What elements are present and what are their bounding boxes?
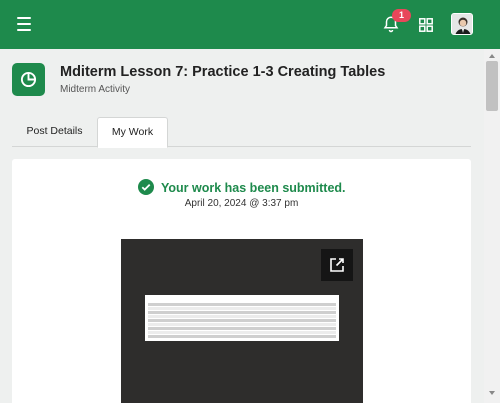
notification-badge: 1 [392,9,411,22]
open-external-button[interactable] [321,249,353,281]
scrollbar-thumb[interactable] [486,61,498,111]
attachment-preview[interactable] [121,239,363,403]
post-icon-tile [12,63,45,96]
user-avatar[interactable] [451,13,473,35]
main-content: Mditerm Lesson 7: Practice 1-3 Creating … [0,49,484,403]
post-title: Mditerm Lesson 7: Practice 1-3 Creating … [60,64,386,80]
tab-bar: Post Details My Work [12,117,471,148]
submission-card: Your work has been submitted. April 20, … [12,159,471,403]
open-external-icon [330,258,344,272]
check-circle-icon [138,179,154,195]
submission-status: Your work has been submitted. [161,181,346,195]
scroll-down-arrow-icon[interactable] [489,391,495,395]
hamburger-menu-icon[interactable] [17,17,31,31]
tab-my-work[interactable]: My Work [97,117,168,148]
vertical-scrollbar[interactable] [484,49,500,403]
document-thumbnail [145,295,339,341]
submission-timestamp: April 20, 2024 @ 3:37 pm [184,198,299,209]
apps-grid-icon[interactable] [419,18,433,32]
pie-chart-icon [20,71,37,88]
top-app-bar: 1 [0,0,500,49]
scroll-up-arrow-icon[interactable] [489,54,495,58]
post-subtitle: Midterm Activity [60,84,131,95]
tab-post-details[interactable]: Post Details [12,117,97,147]
